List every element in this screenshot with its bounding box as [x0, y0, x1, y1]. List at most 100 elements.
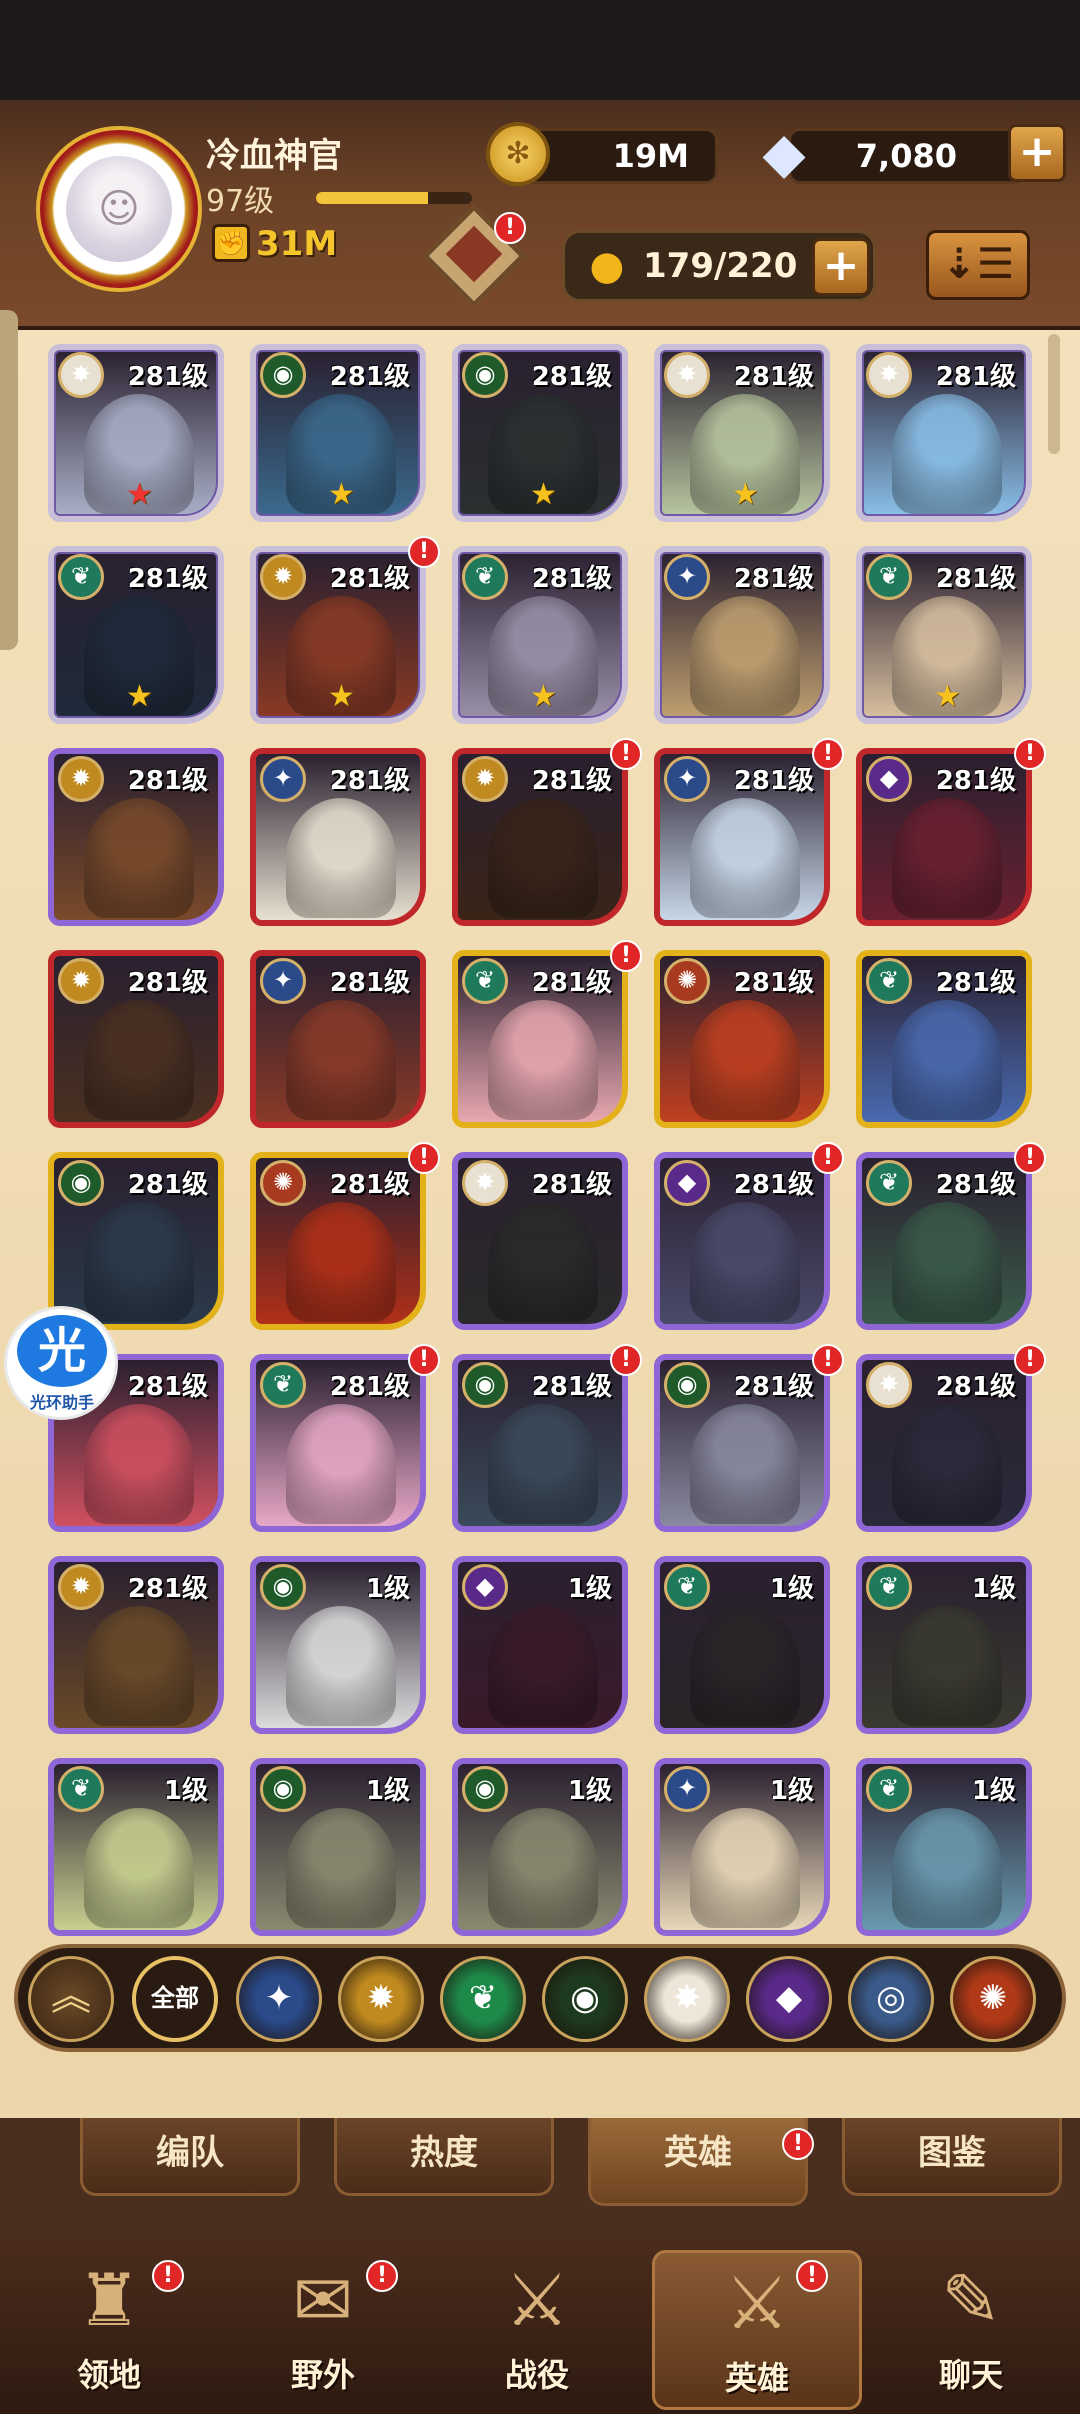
filter-hypogean-icon[interactable]: ◆ — [746, 1956, 832, 2042]
filter-dimensional-icon[interactable]: ◎ — [848, 1956, 934, 2042]
hero-card[interactable]: ✹ 281级 ★ — [250, 546, 426, 724]
hero-card[interactable]: ✸ 281级 — [856, 344, 1032, 522]
hero-card[interactable]: ✸ 281级 ★ — [48, 344, 224, 522]
subtab-formation[interactable]: 编队 — [80, 2118, 300, 2196]
hero-card[interactable]: ❦ 281级 ★ — [856, 546, 1032, 724]
hypogean-faction-icon: ◆ — [866, 756, 912, 802]
filter-celestial-icon[interactable]: ✸ — [644, 1956, 730, 2042]
hero-card[interactable]: ✹ 281级 — [48, 950, 224, 1128]
mauler-faction-icon: ✹ — [58, 958, 104, 1004]
floating-helper-button[interactable]: 光 光环助手 — [4, 1306, 118, 1420]
hero-card[interactable]: ◆ 281级 — [654, 1152, 830, 1330]
hero-card[interactable]: ✸ 281级 ★ — [654, 344, 830, 522]
nav-campaign[interactable]: ⚔ 战役 — [432, 2250, 642, 2410]
filter-mauler-icon[interactable]: ✹ — [338, 1956, 424, 2042]
hero-card[interactable]: ✦ 281级 — [250, 748, 426, 926]
hero-portrait — [488, 1606, 598, 1726]
hero-portrait — [892, 1000, 1002, 1120]
scrollbar[interactable] — [1048, 334, 1060, 454]
hero-portrait — [892, 394, 1002, 514]
hero-level: 1级 — [971, 1574, 1016, 1604]
filter-all-button[interactable]: 全部 — [132, 1956, 218, 2042]
hero-portrait — [286, 1404, 396, 1524]
hero-alert-badge: ! — [1014, 738, 1046, 770]
hero-portrait — [690, 1606, 800, 1726]
nav-heroes[interactable]: ⚔ 英雄 — [652, 2250, 862, 2410]
filter-lightbearer-icon[interactable]: ✦ — [236, 1956, 322, 2042]
status-bar — [0, 0, 1080, 100]
hero-portrait — [892, 1404, 1002, 1524]
player-name: 冷血神官 — [206, 136, 342, 176]
hero-alert-badge: ! — [610, 940, 642, 972]
lightbearer-faction-icon: ✦ — [664, 554, 710, 600]
hero-card[interactable]: ❦ 281级 ★ — [48, 546, 224, 724]
star-icon: ★ — [126, 679, 153, 714]
hero-card[interactable]: ✦ 1级 — [654, 1758, 830, 1936]
hero-card[interactable]: ❦ 281级 — [250, 1354, 426, 1532]
hero-level: 1级 — [567, 1574, 612, 1604]
sort-button[interactable]: ⇣☰ — [926, 230, 1030, 300]
hero-card[interactable]: ◉ 281级 — [452, 1354, 628, 1532]
filter-dimensional-fire-icon[interactable]: ✺ — [950, 1956, 1036, 2042]
hero-portrait — [84, 1404, 194, 1524]
graveborn-faction-icon: ❦ — [260, 1362, 306, 1408]
hero-card[interactable]: ✹ 281级 — [452, 748, 628, 926]
filter-graveborn-icon[interactable]: ◉ — [542, 1956, 628, 2042]
hero-level: 1级 — [567, 1776, 612, 1806]
hero-portrait — [84, 798, 194, 918]
hero-card[interactable]: ✺ 281级 — [654, 950, 830, 1128]
celestial-faction-icon: ✸ — [866, 352, 912, 398]
subtab-codex[interactable]: 图鉴 — [842, 2118, 1062, 2196]
nav-chat[interactable]: ✎ 聊天 — [866, 2250, 1076, 2410]
hero-card[interactable]: ✸ 281级 — [856, 1354, 1032, 1532]
avatar-portrait-icon: ☺ — [66, 156, 172, 262]
hero-portrait — [286, 1606, 396, 1726]
hero-portrait — [84, 1000, 194, 1120]
side-drawer-handle[interactable] — [0, 310, 18, 650]
hero-alert-badge: ! — [812, 738, 844, 770]
expand-capacity-button[interactable]: + — [812, 238, 870, 296]
graveborn-faction-icon: ❦ — [866, 958, 912, 1004]
hero-card[interactable]: ❦ 1级 — [856, 1556, 1032, 1734]
hero-card[interactable]: ✹ 281级 — [48, 748, 224, 926]
collapse-chevron-icon[interactable]: ︽ — [28, 1956, 114, 2042]
hero-portrait — [892, 1202, 1002, 1322]
hero-card[interactable]: ◉ 281级 — [654, 1354, 830, 1532]
hero-card[interactable]: ✺ 281级 — [250, 1152, 426, 1330]
hero-card[interactable]: ◉ 281级 ★ — [452, 344, 628, 522]
graveborn-faction-icon: ❦ — [58, 1766, 104, 1812]
hero-card[interactable]: ❦ 1级 — [48, 1758, 224, 1936]
hero-card[interactable]: ◆ 1级 — [452, 1556, 628, 1734]
hero-card[interactable]: ◉ 1级 — [250, 1556, 426, 1734]
subtab-popularity[interactable]: 热度 — [334, 2118, 554, 2196]
hero-card[interactable]: ◉ 1级 — [250, 1758, 426, 1936]
hero-card[interactable]: ❦ 1级 — [856, 1758, 1032, 1936]
hero-card[interactable]: ❦ 281级 — [856, 950, 1032, 1128]
mauler-faction-icon: ✹ — [58, 756, 104, 802]
hero-card[interactable]: ◆ 281级 — [856, 748, 1032, 926]
hero-card[interactable]: ✦ 281级 — [654, 748, 830, 926]
rank-emblem[interactable]: ! — [414, 205, 534, 308]
person-icon: ● — [589, 243, 625, 289]
hero-card[interactable]: ❦ 1级 — [654, 1556, 830, 1734]
add-diamonds-button[interactable]: + — [1008, 124, 1066, 182]
hero-card[interactable]: ◉ 281级 — [48, 1152, 224, 1330]
hero-card[interactable]: ❦ 281级 — [452, 950, 628, 1128]
wilder-faction-icon: ◉ — [462, 1362, 508, 1408]
filter-wilder-icon[interactable]: ❦ — [440, 1956, 526, 2042]
hero-card[interactable]: ✸ 281级 — [452, 1152, 628, 1330]
player-avatar[interactable]: ☺ — [36, 126, 202, 292]
hero-card[interactable]: ◉ 281级 ★ — [250, 344, 426, 522]
hero-card[interactable]: ◉ 1级 — [452, 1758, 628, 1936]
castle-icon: ♜ — [76, 2258, 142, 2342]
star-icon: ★ — [732, 477, 759, 512]
lightbearer-faction-icon: ✦ — [664, 756, 710, 802]
subtab-heroes[interactable]: 英雄 — [588, 2118, 808, 2206]
hero-card[interactable]: ✦ 281级 — [654, 546, 830, 724]
hero-card[interactable]: ❦ 281级 — [856, 1152, 1032, 1330]
hero-card[interactable]: ❦ 281级 ★ — [452, 546, 628, 724]
hero-portrait — [488, 798, 598, 918]
hero-card[interactable]: ✹ 281级 — [48, 1556, 224, 1734]
hero-card[interactable]: ✦ 281级 — [250, 950, 426, 1128]
wilder-faction-icon: ◉ — [260, 1564, 306, 1610]
